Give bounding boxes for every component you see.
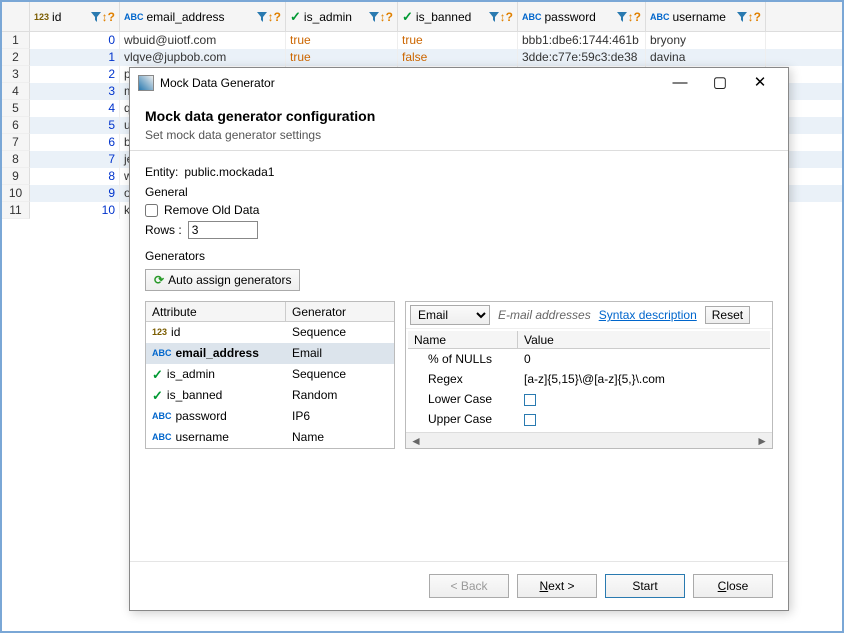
- column-header-password[interactable]: ABCpassword↕?: [518, 2, 646, 31]
- filter-sort-icon[interactable]: ↕?: [737, 10, 761, 24]
- generator-props-pane: Email E-mail addresses Syntax descriptio…: [405, 301, 773, 449]
- text-type-icon: ABC: [152, 343, 172, 364]
- start-button[interactable]: Start: [605, 574, 685, 598]
- property-row[interactable]: Upper Case: [408, 409, 770, 429]
- minimize-button[interactable]: —: [660, 70, 700, 96]
- row-number: 1: [2, 32, 30, 49]
- filter-sort-icon[interactable]: ↕?: [369, 10, 393, 24]
- table-row[interactable]: 21vlqve@jupbob.comtruefalse3dde:c77e:59c…: [2, 49, 842, 66]
- row-number: 3: [2, 66, 30, 83]
- attribute-row-password[interactable]: ABCpasswordIP6: [146, 406, 394, 427]
- attr-header-generator: Generator: [286, 302, 352, 321]
- column-header-is_banned[interactable]: ✓is_banned↕?: [398, 2, 518, 31]
- attribute-row-is_banned[interactable]: ✓is_bannedRandom: [146, 385, 394, 406]
- row-number: 5: [2, 100, 30, 117]
- property-row[interactable]: Lower Case: [408, 389, 770, 409]
- general-label: General: [145, 185, 773, 199]
- generator-desc: E-mail addresses: [498, 308, 591, 322]
- row-number: 11: [2, 202, 30, 219]
- entity-label: Entity:: [145, 165, 178, 179]
- remove-old-checkbox[interactable]: [145, 204, 158, 217]
- column-header-id[interactable]: 123id↕?: [30, 2, 120, 31]
- filter-sort-icon[interactable]: ↕?: [617, 10, 641, 24]
- check-type-icon: ✓: [152, 364, 163, 385]
- grid-header: 123id↕?ABCemail_address↕?✓is_admin↕?✓is_…: [2, 2, 842, 32]
- row-number: 8: [2, 151, 30, 168]
- text-type-icon: ABC: [124, 12, 144, 22]
- syntax-link[interactable]: Syntax description: [599, 308, 697, 322]
- reset-button[interactable]: Reset: [705, 306, 750, 324]
- props-header-value: Value: [518, 331, 560, 348]
- close-button[interactable]: Close: [693, 574, 773, 598]
- entity-value: public.mockada1: [184, 165, 274, 179]
- titlebar[interactable]: Mock Data Generator — ▢ ✕: [130, 68, 788, 98]
- number-type-icon: 123: [34, 12, 49, 22]
- column-header-username[interactable]: ABCusername↕?: [646, 2, 766, 31]
- attribute-row-id[interactable]: 123idSequence: [146, 322, 394, 343]
- generators-label: Generators: [145, 249, 773, 263]
- check-type-icon: ✓: [402, 9, 413, 25]
- rownum-header: [2, 2, 30, 31]
- next-button[interactable]: Next >: [517, 574, 597, 598]
- mock-data-dialog: Mock Data Generator — ▢ ✕ Mock data gene…: [129, 67, 789, 611]
- row-number: 6: [2, 117, 30, 134]
- generator-select[interactable]: Email: [410, 305, 490, 325]
- app-icon: [138, 75, 154, 91]
- rows-input[interactable]: [188, 221, 258, 239]
- dialog-title: Mock Data Generator: [160, 76, 660, 90]
- text-type-icon: ABC: [152, 427, 172, 448]
- filter-sort-icon[interactable]: ↕?: [91, 10, 115, 24]
- checkbox-icon[interactable]: [524, 414, 536, 426]
- row-number: 7: [2, 134, 30, 151]
- maximize-button[interactable]: ▢: [700, 70, 740, 96]
- filter-sort-icon[interactable]: ↕?: [257, 10, 281, 24]
- text-type-icon: ABC: [152, 406, 172, 427]
- dialog-heading: Mock data generator configuration: [145, 108, 773, 124]
- horizontal-scrollbar[interactable]: ◄►: [406, 432, 772, 448]
- auto-assign-button[interactable]: ⟳ Auto assign generators: [145, 269, 300, 291]
- check-type-icon: ✓: [290, 9, 301, 25]
- rows-label: Rows :: [145, 223, 182, 237]
- props-header-name: Name: [408, 331, 518, 348]
- row-number: 4: [2, 83, 30, 100]
- row-number: 10: [2, 185, 30, 202]
- filter-sort-icon[interactable]: ↕?: [489, 10, 513, 24]
- attribute-row-is_admin[interactable]: ✓is_adminSequence: [146, 364, 394, 385]
- property-row[interactable]: Regex[a-z]{5,15}\@[a-z]{5,}\.com: [408, 369, 770, 389]
- check-type-icon: ✓: [152, 385, 163, 406]
- back-button: < Back: [429, 574, 509, 598]
- dialog-subheading: Set mock data generator settings: [145, 128, 773, 142]
- row-number: 2: [2, 49, 30, 66]
- column-header-email_address[interactable]: ABCemail_address↕?: [120, 2, 286, 31]
- table-row[interactable]: 10wbuid@uiotf.comtruetruebbb1:dbe6:1744:…: [2, 32, 842, 49]
- checkbox-icon[interactable]: [524, 394, 536, 406]
- text-type-icon: ABC: [522, 12, 542, 22]
- property-row[interactable]: % of NULLs0: [408, 349, 770, 369]
- attribute-row-email_address[interactable]: ABCemail_addressEmail: [146, 343, 394, 364]
- attribute-table: Attribute Generator 123idSequenceABCemai…: [145, 301, 395, 449]
- dialog-header: Mock data generator configuration Set mo…: [130, 98, 788, 151]
- text-type-icon: ABC: [650, 12, 670, 22]
- row-number: 9: [2, 168, 30, 185]
- auto-assign-icon: ⟳: [154, 273, 164, 287]
- number-type-icon: 123: [152, 322, 167, 343]
- column-header-is_admin[interactable]: ✓is_admin↕?: [286, 2, 398, 31]
- attr-header-attribute: Attribute: [146, 302, 286, 321]
- attribute-row-username[interactable]: ABCusernameName: [146, 427, 394, 448]
- close-window-button[interactable]: ✕: [740, 70, 780, 96]
- remove-old-label: Remove Old Data: [164, 203, 259, 217]
